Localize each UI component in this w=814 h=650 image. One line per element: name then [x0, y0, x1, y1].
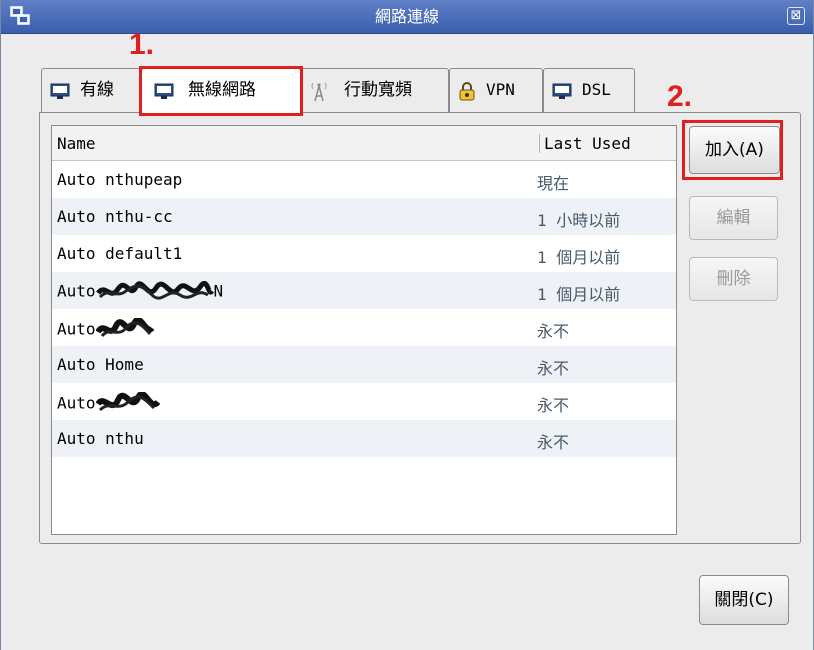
last-used-value: 永不: [537, 433, 570, 452]
tab-wireless[interactable]: 無線網路: [141, 68, 301, 113]
connection-name: Auto Home: [57, 355, 144, 374]
tab-label: 行動寬頻: [344, 80, 412, 100]
last-used-value: 永不: [537, 359, 570, 378]
tab-wired[interactable]: 有線: [41, 68, 141, 112]
redacted-scribble: [95, 281, 214, 300]
last-used-value: 永不: [537, 322, 570, 341]
monitor-icon: [154, 83, 174, 99]
name-prefix: Auto: [57, 281, 96, 301]
annotation-step-2: 2.: [667, 80, 693, 113]
connection-list[interactable]: Name Last Used Auto nthupeap 現在 Auto nth…: [51, 125, 677, 535]
monitor-icon: [552, 83, 572, 99]
tab-label: 無線網路: [188, 80, 256, 100]
tab-mobile-broadband[interactable]: 行動寬頻: [301, 68, 449, 112]
redacted-scribble: [95, 392, 160, 412]
column-header-name[interactable]: Name: [57, 134, 96, 153]
last-used-value: 1 小時以前: [537, 211, 621, 230]
tab-label: DSL: [582, 80, 611, 99]
network-connections-window: 網路連線 ⊠ 有線 無線網路 行動寬頻 VPN DSL Name Last Us…: [0, 0, 814, 650]
monitor-icon: [50, 83, 70, 99]
delete-button[interactable]: 刪除: [689, 257, 778, 301]
table-row[interactable]: Auto nthu 永不: [52, 420, 676, 457]
title-bar[interactable]: 網路連線 ⊠: [1, 0, 813, 34]
column-header-last-used[interactable]: Last Used: [539, 134, 631, 153]
connection-name: Auto nthupeap: [57, 170, 183, 189]
last-used-value: 現在: [537, 174, 570, 193]
tab-label: 有線: [80, 80, 114, 100]
name-prefix: Auto: [57, 393, 96, 413]
connection-name: Auto: [57, 318, 156, 342]
table-row[interactable]: Auto 永不: [52, 383, 676, 420]
last-used-value: 1 個月以前: [537, 285, 621, 304]
window-title: 網路連線: [374, 7, 439, 26]
connection-name: Auto default1: [57, 244, 183, 263]
add-button[interactable]: 加入(A): [689, 126, 780, 174]
table-row[interactable]: Auto Home 永不: [52, 346, 676, 383]
close-button[interactable]: 關閉(C): [699, 575, 789, 625]
table-row[interactable]: Auto default1 1 個月以前: [52, 235, 676, 272]
connection-name: Auto: [57, 392, 160, 416]
tab-label: VPN: [486, 80, 515, 99]
tab-vpn[interactable]: VPN: [449, 68, 543, 112]
table-row[interactable]: Auto 永不: [52, 309, 676, 346]
connection-name: Auto nthu-cc: [57, 207, 173, 226]
table-row[interactable]: Auto nthu-cc 1 小時以前: [52, 198, 676, 235]
list-header: Name Last Used: [52, 126, 676, 161]
tab-dsl[interactable]: DSL: [543, 68, 635, 112]
close-window-button[interactable]: ⊠: [787, 7, 805, 25]
last-used-value: 永不: [537, 396, 570, 415]
redacted-scribble: [95, 318, 154, 338]
name-prefix: Auto: [57, 319, 96, 339]
lock-icon: [459, 82, 475, 101]
last-used-value: 1 個月以前: [537, 248, 621, 267]
connection-name: Auto N: [57, 281, 223, 303]
edit-button[interactable]: 編輯: [689, 196, 778, 240]
connection-name: Auto nthu: [57, 429, 144, 448]
annotation-step-1: 1.: [129, 28, 155, 61]
table-row[interactable]: Auto N 1 個月以前: [52, 272, 676, 309]
antenna-icon: [311, 82, 327, 102]
table-row[interactable]: Auto nthupeap 現在: [52, 161, 676, 198]
name-suffix: N: [213, 281, 224, 301]
